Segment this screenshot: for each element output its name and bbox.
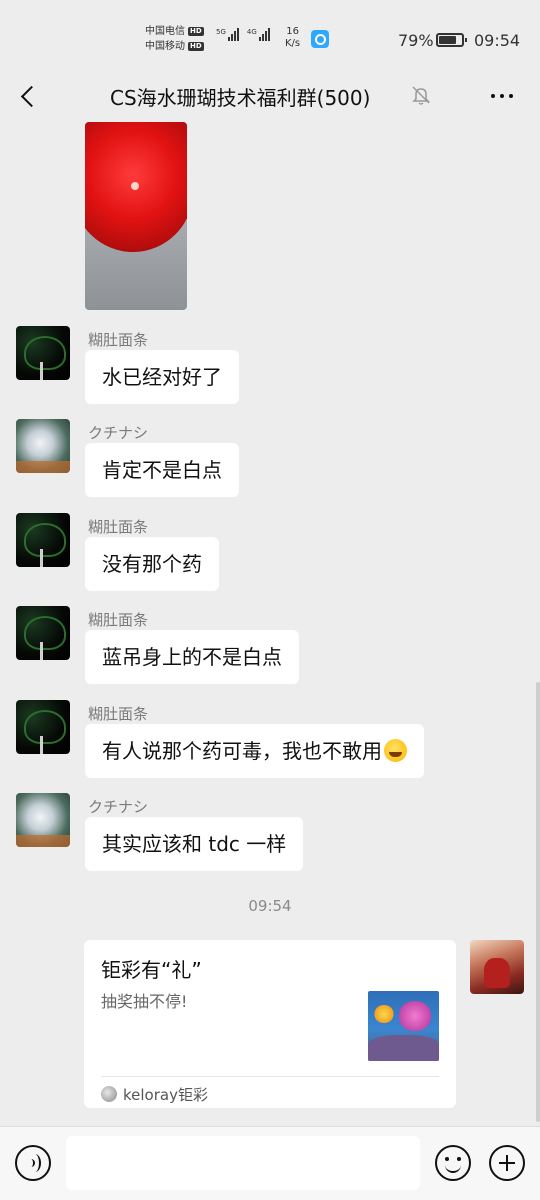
link-card[interactable]: 钜彩有“礼” 抽奖抽不停! keloray钜彩 [84,940,456,1108]
carrier-info: 中国电信 HD 中国移动 HD [145,24,204,54]
card-thumbnail [368,991,439,1061]
search-app-icon [311,30,329,48]
hd-badge: HD [188,27,204,36]
avatar[interactable] [16,326,70,380]
network-speed: 16 K/s [285,26,300,50]
chat-area[interactable]: 糊肚面条 水已经对好了 クチナシ 肯定不是白点 糊肚面条 没有那个药 糊肚面条 … [0,122,540,1126]
avatar[interactable] [16,793,70,847]
sender-name: 糊肚面条 [88,518,149,536]
status-bar: 中国电信 HD 中国移动 HD 5G 4G 16 K/s 79% 09:54 [0,0,540,70]
message-bubble[interactable]: 有人说那个药可毒，我也不敢用 [85,724,424,778]
battery-fill [439,36,456,44]
avatar[interactable] [16,700,70,754]
message-bubble[interactable]: 其实应该和 tdc 一样 [85,817,304,871]
laughing-crying-emoji-icon [384,739,407,762]
avatar[interactable] [16,513,70,567]
plus-icon[interactable] [489,1145,525,1181]
card-title: 钜彩有“礼” [101,958,202,982]
timestamp: 09:54 [248,897,292,915]
speed-value: 16 [286,26,299,37]
avatar[interactable] [16,419,70,473]
carrier-2: 中国移动 [145,41,185,52]
divider [101,1076,439,1077]
my-avatar[interactable] [470,940,524,994]
sender-name: 糊肚面条 [88,705,149,723]
message-text: 有人说那个药可毒，我也不敢用 [102,739,382,763]
status-time: 09:54 [474,31,521,50]
signal-icons: 5G 4G [216,28,270,41]
network-type: 4G [246,28,257,36]
message-bubble[interactable]: 水已经对好了 [85,350,239,404]
sender-name: クチナシ [88,424,149,442]
battery-percent: 79% [398,31,434,50]
image-message[interactable] [85,122,187,310]
chat-title: CS海水珊瑚技术福利群(500) [110,86,371,110]
white-spot [131,182,139,190]
carrier-1: 中国电信 [145,26,185,37]
more-dots-icon[interactable] [482,82,522,110]
sender-name: 糊肚面条 [88,611,149,629]
card-source: keloray钜彩 [101,1083,208,1105]
message-bubble[interactable]: 肯定不是白点 [85,443,239,497]
voice-icon[interactable] [15,1145,51,1181]
card-source-name: keloray钜彩 [123,1085,208,1104]
chevron-left-icon[interactable] [12,80,44,112]
input-bar [0,1126,540,1200]
signal-icon: 4G [247,28,270,41]
bell-off-icon [412,86,430,105]
source-logo-icon [101,1086,117,1102]
card-description: 抽奖抽不停! [101,992,188,1011]
scrollbar[interactable] [536,682,540,1122]
emoji-icon[interactable] [435,1145,471,1181]
sender-name: クチナシ [88,798,149,816]
hd-badge: HD [188,42,204,51]
nav-bar: CS海水珊瑚技术福利群(500) [0,70,540,122]
message-bubble[interactable]: 没有那个药 [85,537,219,591]
sender-name: 糊肚面条 [88,331,149,349]
speed-unit: K/s [285,38,301,49]
message-input[interactable] [66,1136,420,1190]
avatar[interactable] [16,606,70,660]
network-type: 5G [216,28,226,36]
signal-icon: 5G [216,28,239,41]
battery-icon [436,33,467,47]
message-bubble[interactable]: 蓝吊身上的不是白点 [85,630,299,684]
